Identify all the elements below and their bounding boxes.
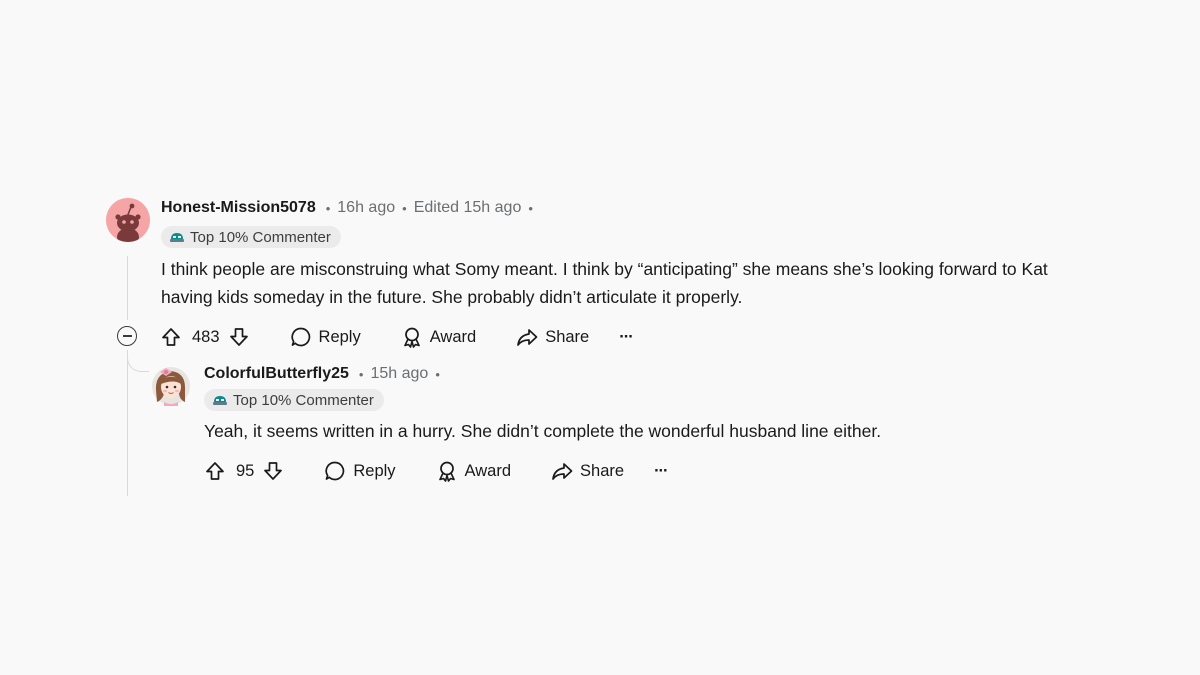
comment-meta: ColorfulButterfly25 • 15h ago • [204, 364, 447, 384]
commenter-badge-icon [213, 396, 227, 405]
avatar-girl-icon [152, 367, 190, 406]
avatar[interactable] [106, 198, 150, 242]
award-icon [403, 327, 420, 348]
downvote-button[interactable] [262, 460, 284, 482]
award-label: Award [464, 461, 512, 480]
more-options-icon: ··· [619, 327, 634, 346]
more-options-button[interactable]: ··· [654, 461, 669, 481]
comment-body: Yeah, it seems written in a hurry. She d… [204, 421, 882, 441]
share-arrow-icon [517, 329, 538, 346]
vote-count: 95 [236, 461, 255, 480]
separator-dot: • [435, 366, 440, 382]
arrow-up-icon [206, 462, 224, 480]
separator-dot: • [358, 366, 364, 382]
thread-connector [127, 350, 149, 372]
separator-dot: • [325, 200, 331, 216]
snoo-avatar-icon [106, 198, 150, 242]
award-button[interactable]: Award [401, 326, 476, 348]
timestamp[interactable]: 15h ago [370, 365, 428, 383]
username[interactable]: ColorfulButterfly25 [204, 365, 349, 383]
share-label: Share [580, 461, 625, 480]
more-options-icon: ··· [654, 461, 669, 480]
badge-label: Top 10% Commenter [190, 228, 331, 246]
downvote-button[interactable] [228, 326, 250, 348]
speech-bubble-icon [290, 327, 310, 347]
reply-label: Reply [318, 327, 361, 346]
speech-bubble-icon [325, 461, 345, 481]
thread-line [127, 256, 128, 320]
avatar[interactable] [150, 360, 192, 406]
share-label: Share [545, 327, 590, 346]
reply-button[interactable]: Reply [324, 460, 396, 482]
vote-count: 483 [192, 327, 220, 346]
separator-dot: • [528, 200, 533, 216]
award-label: Award [429, 327, 477, 346]
share-button[interactable]: Share [516, 326, 589, 348]
separator-dot: • [402, 200, 407, 216]
user-flair-badge: Top 10% Commenter [161, 226, 341, 248]
thread-line [127, 350, 128, 496]
award-icon [438, 461, 455, 482]
minus-circle-icon [122, 335, 132, 337]
award-button[interactable]: Award [436, 460, 511, 482]
edited-timestamp: Edited 15h ago [413, 199, 522, 216]
share-arrow-icon [552, 463, 573, 480]
share-button[interactable]: Share [551, 460, 624, 482]
arrow-down-icon [229, 328, 248, 346]
more-options-button[interactable]: ··· [619, 327, 634, 347]
username[interactable]: Honest-Mission5078 [161, 199, 316, 217]
reply-label: Reply [353, 461, 396, 480]
reply-button[interactable]: Reply [290, 326, 361, 348]
upvote-button[interactable] [160, 326, 182, 348]
arrow-down-icon [264, 462, 283, 480]
collapse-thread-button[interactable] [117, 326, 137, 346]
user-flair-badge: Top 10% Commenter [204, 389, 384, 411]
comment-actions: 95 Reply Award Share ··· [204, 457, 669, 485]
arrow-up-icon [162, 328, 180, 346]
commenter-badge-icon [170, 233, 184, 242]
comment-body: I think people are misconstruing what So… [161, 259, 1048, 307]
upvote-button[interactable] [204, 460, 226, 482]
badge-label: Top 10% Commenter [233, 391, 374, 409]
comment-meta: Honest-Mission5078 • 16h ago • Edited 15… [161, 198, 540, 218]
comment-actions: 483 Reply Award Share ··· [160, 323, 634, 351]
timestamp[interactable]: 16h ago [337, 199, 395, 217]
